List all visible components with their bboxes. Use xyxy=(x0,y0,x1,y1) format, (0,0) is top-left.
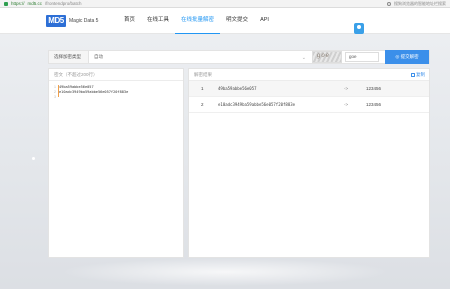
browser-search[interactable]: 搜狗浏览器的智能地址栏搜索 xyxy=(387,1,446,7)
line-text xyxy=(57,95,59,100)
nav-submit-plaintext[interactable]: 明文提交 xyxy=(220,8,254,34)
submit-label: 提交解密 xyxy=(400,54,419,59)
nav-batch-decrypt[interactable]: 在线批量解密 xyxy=(175,8,221,34)
encrypt-type-value: 自动 xyxy=(94,54,103,59)
url-path: /frontendpro/batch xyxy=(45,1,82,6)
url-protocol: https:// xyxy=(11,1,25,6)
captcha-input[interactable]: goe xyxy=(345,52,379,62)
result-header: 解密结果 复制 xyxy=(189,69,429,81)
logo-text: Magic Data 5 xyxy=(69,18,99,24)
result-value: 123456 xyxy=(366,86,382,91)
search-icon xyxy=(387,1,391,6)
result-row: 1 49ba59abbe56e057 -> 123456 xyxy=(189,81,429,97)
ciphertext-editor[interactable]: 1 49ba59abbe56e057 2 e10adc3949ba59abbe5… xyxy=(49,85,183,100)
encrypt-type-label: 选择加密类型 xyxy=(49,51,89,63)
ciphertext-panel: 密文（不超过200行） 1 49ba59abbe56e057 2 e10adc3… xyxy=(48,68,184,258)
nav-api[interactable]: API xyxy=(254,8,275,34)
result-arrow: -> xyxy=(344,102,349,107)
copy-label: 复制 xyxy=(416,72,425,77)
result-arrow: -> xyxy=(344,86,349,91)
line-number: 3 xyxy=(54,95,56,99)
result-index: 2 xyxy=(201,102,204,107)
user-avatar[interactable] xyxy=(354,23,364,34)
chevron-down-icon: ⌄ xyxy=(301,55,306,61)
nav-home[interactable]: 首页 xyxy=(118,8,141,34)
browser-search-hint: 搜狗浏览器的智能地址栏搜索 xyxy=(394,0,446,6)
submit-decrypt-button[interactable]: ◎ 提交解密 xyxy=(385,50,429,64)
editor-line: 3 xyxy=(49,95,183,100)
nav-online-tools[interactable]: 在线工具 xyxy=(141,8,175,34)
browser-address-bar[interactable]: https:// md5.cc /frontendpro/batch 搜狗浏览器… xyxy=(0,0,450,8)
result-index: 1 xyxy=(201,86,204,91)
ciphertext-title: 密文（不超过200行） xyxy=(49,69,183,81)
captcha-text: goe xyxy=(317,53,331,59)
logo-mark: MD5 xyxy=(46,15,66,27)
copy-button[interactable]: 复制 xyxy=(411,69,425,81)
site-header: MD5 Magic Data 5 首页 在线工具 在线批量解密 明文提交 API xyxy=(0,8,450,34)
copy-icon xyxy=(411,73,415,77)
lock-icon xyxy=(4,1,8,6)
url-domain: md5.cc xyxy=(27,1,43,6)
captcha-image[interactable]: goe xyxy=(312,51,342,63)
result-hash: 49ba59abbe56e057 xyxy=(218,86,257,91)
site-logo[interactable]: MD5 Magic Data 5 xyxy=(46,15,98,27)
decrypt-toolbar: 选择加密类型 自动 ⌄ goe goe ◎ 提交解密 xyxy=(48,50,430,64)
result-title: 解密结果 xyxy=(194,72,212,77)
result-value: 123456 xyxy=(366,102,382,107)
line-text: e10adc3949ba59abbe56e057f20f883e xyxy=(59,90,129,94)
main-nav: 首页 在线工具 在线批量解密 明文提交 API xyxy=(118,8,275,34)
encrypt-type-select[interactable]: 自动 ⌄ xyxy=(89,51,311,63)
decorative-dot xyxy=(32,157,35,160)
decorative-glow xyxy=(60,258,390,286)
result-row: 2 e10adc3949ba59abbe56e057f20f883e -> 12… xyxy=(189,97,429,113)
result-panel: 解密结果 复制 1 49ba59abbe56e057 -> 123456 2 e… xyxy=(188,68,430,258)
result-hash: e10adc3949ba59abbe56e057f20f883e xyxy=(218,102,296,107)
